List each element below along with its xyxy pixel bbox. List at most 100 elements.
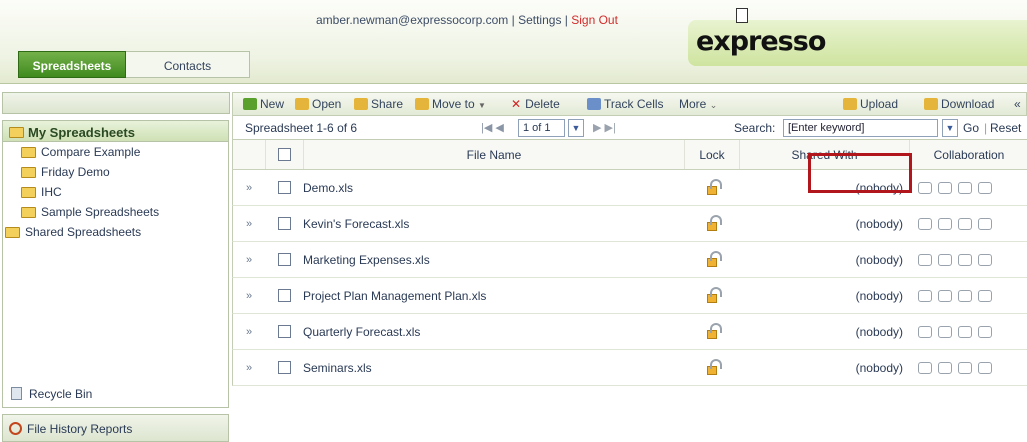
unlock-icon[interactable] xyxy=(706,323,722,339)
select-all-checkbox[interactable] xyxy=(278,148,291,161)
page-input[interactable]: 1 of 1 xyxy=(518,119,565,137)
file-name[interactable]: Kevin's Forecast.xls xyxy=(303,217,409,231)
new-button[interactable]: New xyxy=(243,97,284,111)
expand-icon[interactable]: » xyxy=(246,182,252,194)
download-button[interactable]: Download xyxy=(924,97,994,111)
comments-icon[interactable] xyxy=(938,217,952,230)
comments-icon[interactable] xyxy=(938,361,952,374)
unlock-icon[interactable] xyxy=(706,251,722,267)
tree-item[interactable]: IHC xyxy=(3,182,228,202)
table-row[interactable]: » Kevin's Forecast.xls (nobody) xyxy=(232,206,1027,242)
comments-icon[interactable] xyxy=(938,181,952,194)
download-label: Download xyxy=(941,97,995,111)
notes-icon[interactable] xyxy=(978,253,992,266)
folder-icon xyxy=(21,167,36,178)
table-row[interactable]: » Project Plan Management Plan.xls (nobo… xyxy=(232,278,1027,314)
table-row[interactable]: » Seminars.xls (nobody) xyxy=(232,350,1027,386)
share-button[interactable]: Share xyxy=(354,97,403,111)
collaborators-icon[interactable] xyxy=(918,181,932,194)
first-prev-icon[interactable]: |◀ ◀ xyxy=(481,121,504,134)
col-collaboration[interactable]: Collaboration xyxy=(909,140,1027,169)
logo-text: expresso xyxy=(696,26,826,57)
notes-icon[interactable] xyxy=(978,361,992,374)
email-icon[interactable] xyxy=(958,325,972,338)
email-icon[interactable] xyxy=(958,289,972,302)
expand-icon[interactable]: » xyxy=(246,326,252,338)
folder-open-icon xyxy=(5,227,20,238)
download-icon xyxy=(924,98,938,110)
tab-spreadsheets[interactable]: Spreadsheets xyxy=(18,51,126,78)
unlock-icon[interactable] xyxy=(706,215,722,231)
more-button[interactable]: More ⌄ xyxy=(679,97,717,111)
tree-item[interactable]: Compare Example xyxy=(3,142,228,162)
tab-contacts[interactable]: Contacts xyxy=(126,51,250,78)
move-to-button[interactable]: Move to ▼ xyxy=(415,97,486,111)
unlock-icon[interactable] xyxy=(706,179,722,195)
main-panel: New Open Share Move to ▼ ✕ Delete Track C… xyxy=(232,92,1027,425)
tree-my-spreadsheets[interactable]: My Spreadsheets xyxy=(3,121,228,142)
sidebar-bar xyxy=(2,92,230,114)
collaborators-icon[interactable] xyxy=(918,253,932,266)
collaborators-icon[interactable] xyxy=(918,325,932,338)
notes-icon[interactable] xyxy=(978,181,992,194)
file-name[interactable]: Seminars.xls xyxy=(303,361,372,375)
email-icon[interactable] xyxy=(958,361,972,374)
col-lock[interactable]: Lock xyxy=(684,140,739,169)
sidebar: My Spreadsheets Compare Example Friday D… xyxy=(0,92,230,442)
row-checkbox[interactable] xyxy=(277,181,291,194)
file-name[interactable]: Demo.xls xyxy=(303,181,353,195)
open-button[interactable]: Open xyxy=(295,97,341,111)
expand-icon[interactable]: » xyxy=(246,290,252,302)
expand-icon[interactable]: » xyxy=(246,362,252,374)
collaborators-icon[interactable] xyxy=(918,289,932,302)
reset-button[interactable]: Reset xyxy=(990,121,1021,135)
search-dropdown-icon[interactable]: ▼ xyxy=(942,119,958,137)
go-button[interactable]: Go xyxy=(963,121,979,135)
tree-item[interactable]: Friday Demo xyxy=(3,162,228,182)
comments-icon[interactable] xyxy=(938,289,952,302)
row-checkbox[interactable] xyxy=(277,289,291,302)
collaborators-icon[interactable] xyxy=(918,361,932,374)
comments-icon[interactable] xyxy=(938,253,952,266)
file-history-reports[interactable]: File History Reports xyxy=(2,414,229,442)
tree-label: Compare Example xyxy=(41,145,141,159)
row-checkbox[interactable] xyxy=(277,325,291,338)
expand-icon[interactable]: » xyxy=(246,254,252,266)
notes-icon[interactable] xyxy=(978,325,992,338)
notes-icon[interactable] xyxy=(978,217,992,230)
delete-button[interactable]: ✕ Delete xyxy=(511,97,560,111)
folder-tree: My Spreadsheets Compare Example Friday D… xyxy=(2,120,229,408)
table-row[interactable]: » Quarterly Forecast.xls (nobody) xyxy=(232,314,1027,350)
file-name[interactable]: Project Plan Management Plan.xls xyxy=(303,289,486,303)
track-cells-button[interactable]: Track Cells xyxy=(587,97,664,111)
tree-item[interactable]: Sample Spreadsheets xyxy=(3,202,228,222)
dropdown-icon: ▼ xyxy=(478,101,486,110)
notes-icon[interactable] xyxy=(978,289,992,302)
upload-button[interactable]: Upload xyxy=(843,97,898,111)
collapse-button[interactable]: « xyxy=(1014,97,1021,111)
row-checkbox[interactable] xyxy=(277,253,291,266)
tree-label: My Spreadsheets xyxy=(28,125,135,140)
file-name[interactable]: Quarterly Forecast.xls xyxy=(303,325,420,339)
email-icon[interactable] xyxy=(958,217,972,230)
col-file-name[interactable]: File Name xyxy=(303,140,684,169)
sign-out-link[interactable]: Sign Out xyxy=(571,13,618,27)
unlock-icon[interactable] xyxy=(706,287,722,303)
logo: expresso xyxy=(688,8,1027,66)
unlock-icon[interactable] xyxy=(706,359,722,375)
collaborators-icon[interactable] xyxy=(918,217,932,230)
expand-icon[interactable]: » xyxy=(246,218,252,230)
recycle-bin[interactable]: Recycle Bin xyxy=(11,383,92,405)
file-name[interactable]: Marketing Expenses.xls xyxy=(303,253,430,267)
tree-shared-spreadsheets[interactable]: Shared Spreadsheets xyxy=(3,222,228,242)
table-row[interactable]: » Marketing Expenses.xls (nobody) xyxy=(232,242,1027,278)
row-checkbox[interactable] xyxy=(277,361,291,374)
page-dropdown-icon[interactable]: ▼ xyxy=(568,119,584,137)
email-icon[interactable] xyxy=(958,181,972,194)
search-input[interactable]: [Enter keyword] xyxy=(783,119,938,137)
email-icon[interactable] xyxy=(958,253,972,266)
next-last-icon[interactable]: ▶ ▶| xyxy=(593,121,616,134)
settings-link[interactable]: Settings xyxy=(518,13,561,27)
comments-icon[interactable] xyxy=(938,325,952,338)
row-checkbox[interactable] xyxy=(277,217,291,230)
